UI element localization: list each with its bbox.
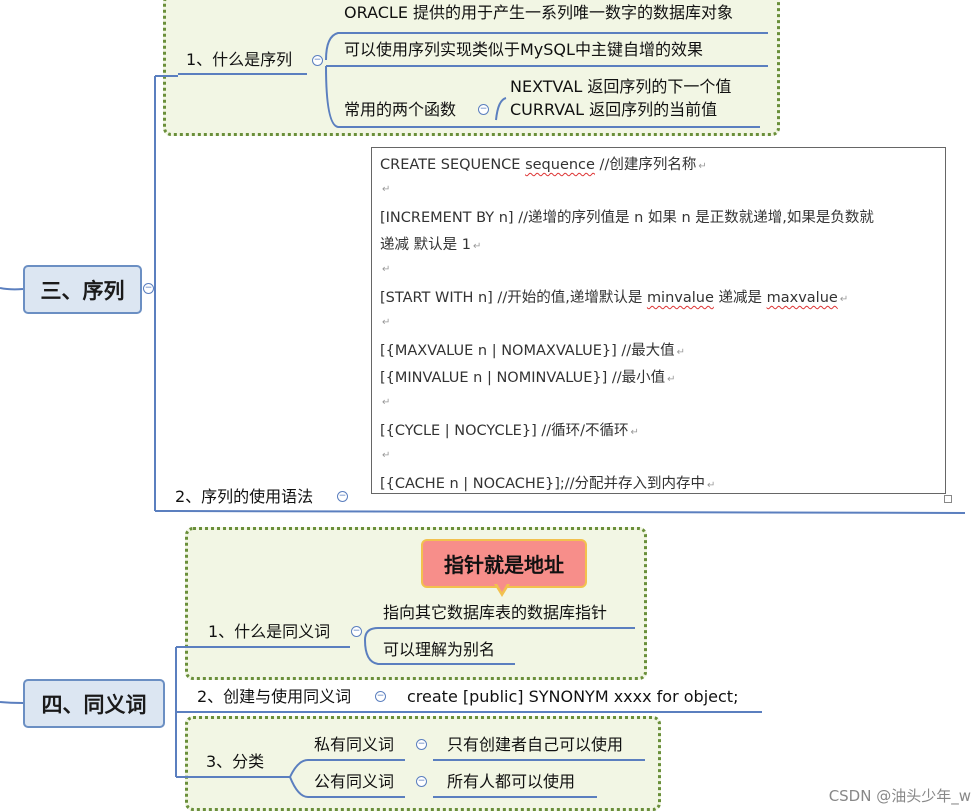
root-node-sequence[interactable]: 三、序列	[23, 265, 142, 314]
collapse-toggle-icon[interactable]: −	[143, 283, 154, 294]
node-synonym-classification[interactable]: 3、分类	[206, 752, 264, 772]
node-synonym-pointer[interactable]: 指向其它数据库表的数据库指针	[383, 603, 607, 623]
root-node-sequence-label: 三、序列	[40, 278, 125, 303]
collapse-toggle-icon[interactable]: −	[337, 491, 348, 502]
node-what-is-sequence[interactable]: 1、什么是序列	[186, 50, 292, 70]
node-public-synonym-desc[interactable]: 所有人都可以使用	[447, 772, 575, 792]
node-private-synonym[interactable]: 私有同义词	[314, 735, 394, 755]
collapse-toggle-icon[interactable]: −	[416, 739, 427, 750]
code-blank-line: ↵	[382, 450, 391, 461]
code-blank-line: ↵	[382, 264, 391, 275]
collapse-toggle-icon[interactable]: −	[416, 776, 427, 787]
watermark: CSDN @油头少年_w	[828, 787, 971, 805]
root-node-synonym[interactable]: 四、同义词	[23, 679, 165, 728]
code-line-minvalue: [{MINVALUE n | NOMINVALUE}] //最小值 ↵	[380, 370, 676, 386]
collapse-toggle-icon[interactable]: −	[375, 691, 386, 702]
root-node-synonym-label: 四、同义词	[41, 692, 147, 717]
node-nextval[interactable]: NEXTVAL 返回序列的下一个值	[510, 77, 731, 97]
code-line-cache: [{CACHE n | NOCACHE}];//分配并存入到内存中 ↵	[380, 476, 716, 492]
node-private-synonym-desc[interactable]: 只有创建者自己可以使用	[447, 735, 623, 755]
node-what-is-synonym[interactable]: 1、什么是同义词	[208, 622, 330, 642]
node-two-functions[interactable]: 常用的两个函数	[344, 100, 456, 120]
code-line-cycle: [{CYCLE | NOCYCLE}] //循环/不循环 ↵	[380, 423, 639, 439]
callout-tail-fill	[496, 582, 508, 592]
node-create-use-synonym[interactable]: 2、创建与使用同义词	[197, 687, 351, 707]
code-line-create: CREATE SEQUENCE sequence //创建序列名称 ↵	[380, 157, 707, 173]
code-blank-line: ↵	[382, 397, 391, 408]
node-sequence-definition[interactable]: ORACLE 提供的用于产生一系列唯一数字的数据库对象	[344, 3, 733, 23]
code-line-start-with: [START WITH n] //开始的值,递增默认是 minvalue 递减是…	[380, 290, 849, 306]
code-blank-line: ↵	[382, 184, 391, 195]
code-blank-line: ↵	[382, 317, 391, 328]
node-currval[interactable]: CURRVAL 返回序列的当前值	[510, 100, 717, 120]
collapse-toggle-icon[interactable]: −	[351, 626, 362, 637]
collapse-toggle-icon[interactable]: −	[478, 104, 489, 115]
node-sequence-autoincrement[interactable]: 可以使用序列实现类似于MySQL中主键自增的效果	[344, 40, 703, 60]
node-create-synonym-sql[interactable]: create [public] SYNONYM xxxx for object;	[407, 687, 738, 707]
collapse-toggle-icon[interactable]: −	[312, 55, 323, 66]
node-public-synonym[interactable]: 公有同义词	[314, 772, 394, 792]
callout-pointer-is-address[interactable]: 指针就是地址	[421, 539, 587, 588]
code-line-maxvalue: [{MAXVALUE n | NOMAXVALUE}] //最大值 ↵	[380, 343, 686, 359]
node-synonym-alias[interactable]: 可以理解为别名	[383, 640, 495, 660]
sequence-syntax-code-box: CREATE SEQUENCE sequence //创建序列名称 ↵ ↵ [IN…	[371, 147, 946, 494]
code-line-increment: [INCREMENT BY n] //递增的序列值是 n 如果 n 是正数就递增…	[380, 210, 874, 226]
node-sequence-syntax[interactable]: 2、序列的使用语法	[175, 487, 313, 507]
code-line-increment-cont: 递减 默认是 1 ↵	[380, 237, 482, 253]
resize-handle[interactable]	[944, 495, 952, 503]
